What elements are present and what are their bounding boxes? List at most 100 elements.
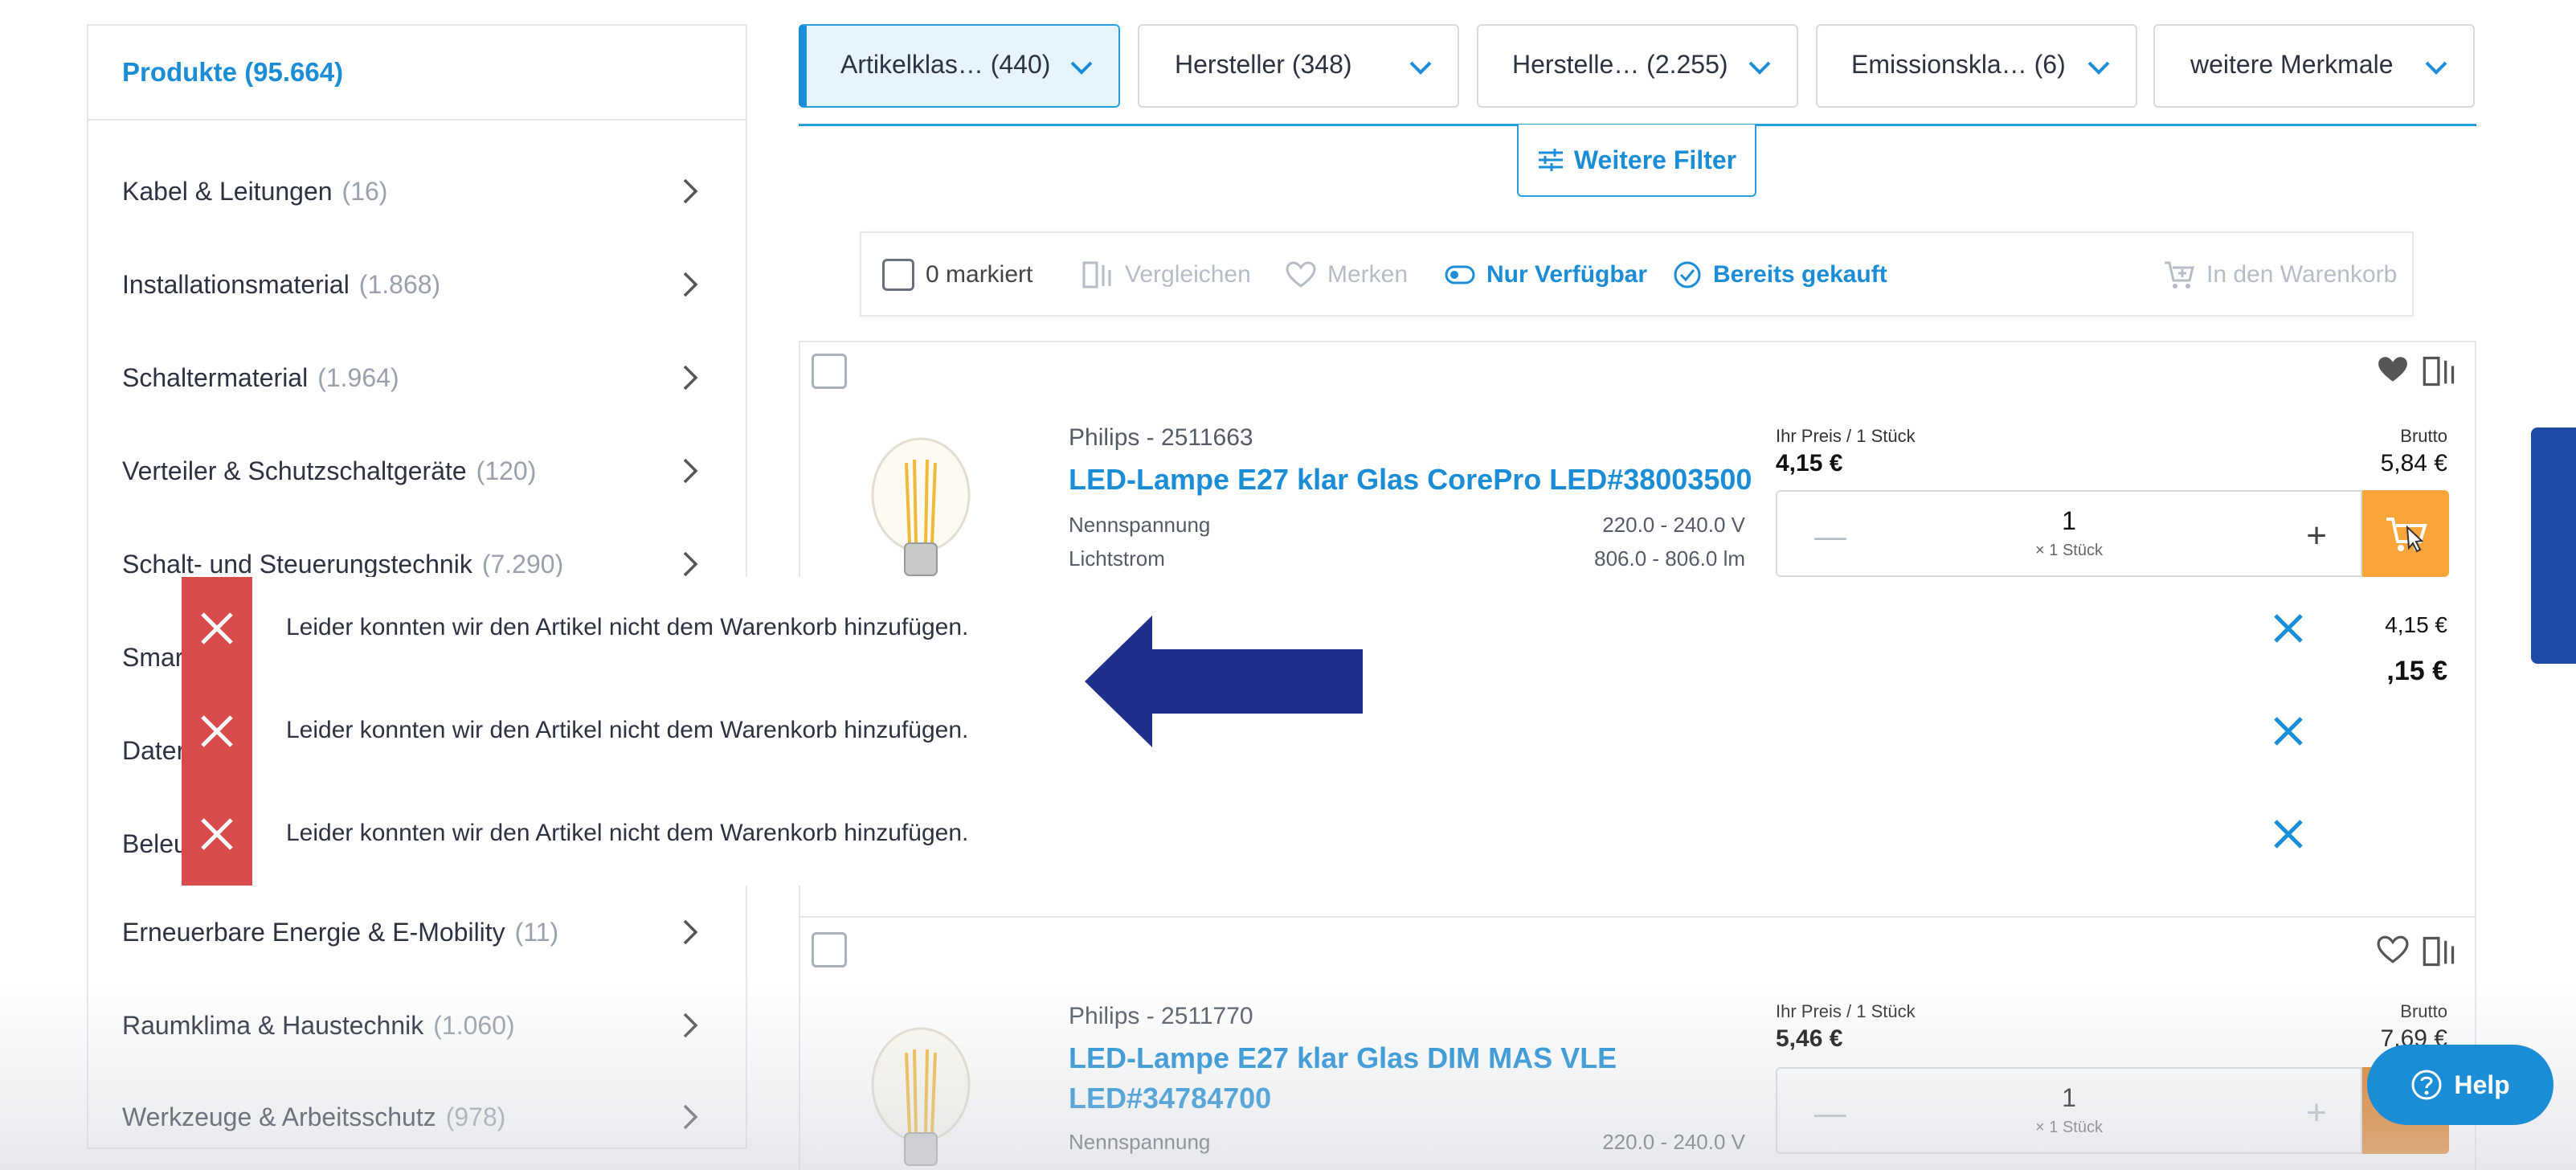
- product-image-bulb[interactable]: [865, 1021, 977, 1170]
- already-bought-label: Bereits gekauft: [1713, 261, 1887, 288]
- toast-message: Leider konnten wir den Artikel nicht dem…: [286, 820, 969, 846]
- quantity-stepper[interactable]: — 1 × 1 Stück +: [1776, 490, 2362, 577]
- select-all[interactable]: 0 markiert: [882, 257, 1032, 292]
- heart-outline-icon: [1286, 261, 1316, 288]
- filter-more-features[interactable]: weitere Merkmale: [2153, 24, 2475, 108]
- toast-message: Leider konnten wir den Artikel nicht dem…: [286, 717, 969, 743]
- close-icon[interactable]: [2271, 816, 2306, 852]
- category-count: (120): [476, 456, 537, 485]
- category-label: Schalt- und Steuerungstechnik: [122, 549, 472, 579]
- product-title-link[interactable]: LED-Lampe E27 klar Glas CorePro LED#3800…: [1069, 460, 1760, 500]
- compare-icon[interactable]: [2422, 935, 2457, 968]
- category-label: Dater: [122, 735, 186, 765]
- category-distributors[interactable]: Verteiler & Schutzschaltgeräte (120): [88, 424, 746, 518]
- quantity-value: 1: [2062, 1083, 2076, 1112]
- filter-label: weitere Merkmale: [2190, 50, 2394, 79]
- spec-value: 220.0 - 240.0 V: [1602, 1130, 1745, 1154]
- product-image-bulb[interactable]: [865, 431, 977, 591]
- close-icon[interactable]: [2271, 611, 2306, 646]
- increment-button[interactable]: +: [2306, 1093, 2327, 1133]
- chevron-down-icon: [2425, 61, 2447, 75]
- product-brand: Philips - 2511770: [1069, 1003, 1253, 1029]
- category-switches[interactable]: Schaltermaterial (1.964): [88, 331, 746, 424]
- price-value: 5,46 €: [1776, 1025, 1843, 1052]
- only-available-toggle[interactable]: Nur Verfügbar: [1445, 257, 1647, 292]
- category-label: Erneuerbare Energie & E-Mobility: [122, 917, 505, 947]
- brutto-value: 5,84 €: [2380, 450, 2447, 477]
- compare-icon[interactable]: [2422, 355, 2457, 387]
- add-to-cart-button[interactable]: [2362, 490, 2449, 577]
- category-climate[interactable]: Raumklima & Haustechnik (1.060): [88, 979, 746, 1072]
- category-label: Beleu: [122, 828, 188, 858]
- product-title-link[interactable]: LED-Lampe E27 klar Glas DIM MAS VLE LED#…: [1069, 1038, 1631, 1119]
- select-all-checkbox[interactable]: [882, 259, 914, 291]
- product-checkbox[interactable]: [812, 932, 847, 968]
- product-checkbox[interactable]: [812, 354, 847, 389]
- error-x-icon: [201, 612, 233, 644]
- category-cables[interactable]: Kabel & Leitungen (16): [88, 145, 746, 238]
- chevron-down-icon: [1409, 61, 1432, 75]
- spec-label: Lichtstrom: [1069, 546, 1165, 571]
- category-count: (1.964): [317, 362, 399, 392]
- product-brand: Philips - 2511663: [1069, 424, 1253, 451]
- price-label: Ihr Preis / 1 Stück: [1776, 1001, 1916, 1021]
- brutto-label: Brutto: [2400, 1001, 2447, 1021]
- filter-label: Emissionskla… (6): [1851, 50, 2066, 79]
- cart-plus-icon: [2165, 261, 2194, 288]
- increment-button[interactable]: +: [2306, 516, 2327, 556]
- category-label: Kabel & Leitungen: [122, 176, 333, 206]
- toggle-icon: [1445, 265, 1475, 284]
- quantity-unit: × 1 Stück: [2035, 1119, 2103, 1136]
- filter-emission-class[interactable]: Emissionskla… (6): [1816, 24, 2137, 108]
- chevron-right-icon: [683, 178, 698, 204]
- chevron-down-icon: [1070, 61, 1093, 75]
- compare-button[interactable]: Vergleichen: [1082, 257, 1251, 292]
- products-header[interactable]: Produkte (95.664): [88, 26, 746, 121]
- add-to-cart-bulk-button[interactable]: In den Warenkorb: [2163, 257, 2397, 292]
- screen: Produkte (95.664) Kabel & Leitungen (16)…: [0, 0, 2576, 1170]
- filter-article-class[interactable]: Artikelklas… (440): [799, 24, 1120, 108]
- total-price: 4,15 €: [2385, 612, 2447, 637]
- error-x-icon: [201, 715, 233, 747]
- spec-value: 806.0 - 806.0 lm: [1594, 546, 1745, 571]
- close-icon[interactable]: [2271, 714, 2306, 749]
- cart-icon: [2386, 518, 2427, 553]
- category-label: Werkzeuge & Arbeitsschutz: [122, 1102, 436, 1131]
- filter-manufacturer-number[interactable]: Herstelle… (2.255): [1477, 24, 1798, 108]
- category-installation[interactable]: Installationsmaterial (1.868): [88, 238, 746, 331]
- remember-button[interactable]: Merken: [1286, 257, 1408, 292]
- error-icon-box: [182, 783, 252, 886]
- question-circle-icon: [2411, 1070, 2442, 1100]
- category-count: (16): [341, 176, 388, 206]
- chevron-right-icon: [683, 1104, 698, 1130]
- chevron-right-icon: [683, 272, 698, 297]
- help-button[interactable]: Help: [2367, 1045, 2554, 1125]
- category-count: (7.290): [481, 549, 564, 579]
- category-renewable[interactable]: Erneuerbare Energie & E-Mobility (11): [88, 886, 746, 979]
- category-label: Raumklima & Haustechnik: [122, 1010, 424, 1040]
- more-filters-label: Weitere Filter: [1573, 145, 1737, 174]
- error-icon-box: [182, 680, 252, 783]
- chevron-down-icon: [1748, 61, 1771, 75]
- add-to-cart-label: In den Warenkorb: [2206, 261, 2398, 288]
- heart-outline-icon[interactable]: [2377, 935, 2409, 964]
- compare-label: Vergleichen: [1125, 261, 1251, 288]
- marked-count: 0 markiert: [926, 261, 1033, 288]
- spec-label: Nennspannung: [1069, 1130, 1211, 1154]
- chevron-down-icon: [2087, 61, 2110, 75]
- quantity-stepper[interactable]: — 1 × 1 Stück +: [1776, 1067, 2362, 1154]
- brutto-label: Brutto: [2400, 426, 2447, 446]
- already-bought-toggle[interactable]: Bereits gekauft: [1673, 257, 1887, 292]
- heart-filled-icon[interactable]: [2377, 355, 2409, 384]
- category-label: Verteiler & Schutzschaltgeräte: [122, 456, 467, 485]
- category-tools[interactable]: Werkzeuge & Arbeitsschutz (978): [88, 1070, 746, 1164]
- price-value: 4,15 €: [1776, 450, 1843, 477]
- error-toast: Leider konnten wir den Artikel nicht dem…: [182, 783, 2383, 886]
- side-feedback-tab[interactable]: [2531, 428, 2576, 664]
- chevron-right-icon: [683, 919, 698, 945]
- toast-message: Leider konnten wir den Artikel nicht dem…: [286, 614, 969, 640]
- filter-label: Herstelle… (2.255): [1512, 50, 1728, 79]
- action-bar: 0 markiert Vergleichen Merken Nur Verfüg…: [860, 231, 2414, 317]
- more-filters-button[interactable]: Weitere Filter: [1517, 125, 1756, 197]
- filter-manufacturer[interactable]: Hersteller (348): [1138, 24, 1459, 108]
